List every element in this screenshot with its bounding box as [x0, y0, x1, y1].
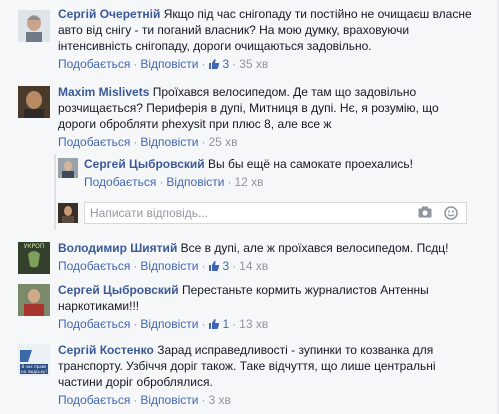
- thumbs-up-icon: [209, 261, 220, 271]
- reply-text: Вы бы ещё на самокате проехались!: [208, 157, 413, 171]
- current-user-avatar: [58, 203, 78, 223]
- like-button[interactable]: Подобається: [84, 175, 156, 189]
- avatar[interactable]: УКРОП: [18, 242, 50, 274]
- like-button[interactable]: Подобається: [58, 393, 130, 407]
- avatar[interactable]: [18, 284, 50, 316]
- comment-time[interactable]: 13 хв: [239, 317, 268, 331]
- like-count[interactable]: 3: [208, 57, 229, 71]
- comment-time[interactable]: 3 хв: [208, 393, 230, 407]
- comment-author[interactable]: Сергій Очеретній: [58, 7, 160, 21]
- avatar-caption: В нас праве на людську!: [21, 364, 47, 374]
- avatar[interactable]: [18, 10, 50, 42]
- comment-time[interactable]: 14 хв: [239, 259, 268, 273]
- thumbs-up-icon: [209, 59, 220, 69]
- reply-thread-line: [54, 154, 56, 230]
- like-button[interactable]: Подобається: [58, 317, 130, 331]
- comment-author[interactable]: Maxim Mislivets: [58, 85, 149, 99]
- reply-button[interactable]: Відповісти: [166, 175, 224, 189]
- comment-time[interactable]: 35 хв: [239, 57, 268, 71]
- avatar-caption: УКРОП: [23, 243, 45, 250]
- like-button[interactable]: Подобається: [58, 135, 130, 149]
- reply-author[interactable]: Сергей Цыбровский: [84, 157, 205, 171]
- comment-author[interactable]: Сергей Цыбровский: [58, 283, 179, 297]
- thumbs-up-icon: [209, 319, 220, 329]
- reply-button[interactable]: Відповісти: [140, 317, 198, 331]
- comments-list: Сергій Очеретній Якщо під час снігопаду …: [0, 0, 499, 414]
- reply-input[interactable]: [90, 204, 410, 222]
- avatar[interactable]: [58, 158, 78, 178]
- comment-author[interactable]: Володимир Шиятий: [58, 241, 177, 255]
- reply-button[interactable]: Відповісти: [140, 135, 198, 149]
- comment-text: Все в дупі, але ж проїхався велосипедом.…: [180, 241, 449, 255]
- reply-button[interactable]: Відповісти: [140, 57, 198, 71]
- camera-icon[interactable]: [418, 206, 432, 221]
- reply-input-box[interactable]: [84, 202, 467, 224]
- comment-author[interactable]: Сергій Костенко: [58, 343, 154, 357]
- comment-time[interactable]: 25 хв: [208, 135, 237, 149]
- like-count[interactable]: 1: [208, 317, 229, 331]
- like-count[interactable]: 3: [208, 259, 229, 273]
- like-button[interactable]: Подобається: [58, 259, 130, 273]
- avatar[interactable]: В нас праве на людську!: [18, 344, 50, 376]
- avatar[interactable]: [18, 86, 50, 118]
- reply-time[interactable]: 12 хв: [234, 175, 263, 189]
- reply-button[interactable]: Відповісти: [140, 393, 198, 407]
- like-button[interactable]: Подобається: [58, 57, 130, 71]
- reply-button[interactable]: Відповісти: [140, 259, 198, 273]
- smiley-icon[interactable]: [444, 206, 458, 223]
